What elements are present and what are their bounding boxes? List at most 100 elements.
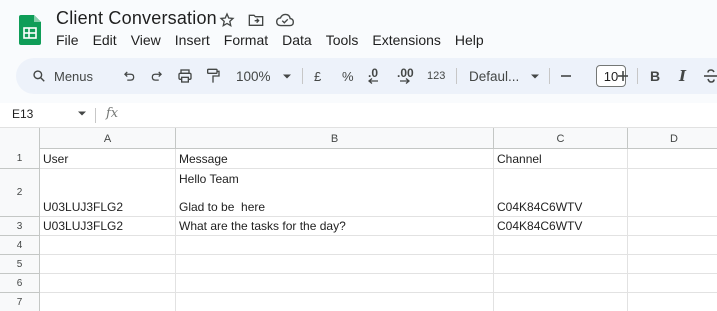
column-header-d[interactable]: D [628, 128, 717, 149]
chevron-down-icon [531, 74, 540, 78]
redo-icon[interactable] [150, 58, 164, 94]
cell-c3[interactable]: C04K84C6WTV [494, 217, 628, 236]
cell-c3-text: C04K84C6WTV [497, 219, 583, 233]
menu-tools[interactable]: Tools [326, 32, 359, 48]
formula-divider [95, 108, 96, 123]
menu-extensions[interactable]: Extensions [372, 32, 440, 48]
formula-bar: E13 fx [0, 103, 717, 128]
row-header-4[interactable]: 4 [0, 236, 40, 255]
search-icon [33, 70, 45, 82]
menu-help[interactable]: Help [455, 32, 484, 48]
cell-a5[interactable] [40, 255, 176, 274]
decrease-decimal-button[interactable]: .0 [368, 58, 378, 94]
increase-font-size-icon[interactable] [617, 58, 629, 94]
arrow-left-icon [368, 78, 378, 84]
cell-a3[interactable]: U03LUJ3FLG2 [40, 217, 176, 236]
font-family-select[interactable]: Defaul... [469, 58, 540, 94]
name-box[interactable]: E13 [12, 107, 33, 121]
paint-format-icon[interactable] [206, 58, 220, 94]
row-header-3[interactable]: 3 [0, 217, 40, 236]
cloud-saved-icon[interactable] [275, 10, 295, 30]
percent-format-label: % [342, 68, 354, 84]
cell-c2-text: C04K84C6WTV [497, 200, 583, 214]
spreadsheet-grid: A B C D 1 2 3 4 5 6 7 User Message Chann… [0, 128, 717, 311]
search-menus-button[interactable]: Menus [32, 58, 93, 94]
cell-b2-line2: Glad to be here [179, 200, 266, 214]
increase-decimal-button[interactable]: .00 [397, 58, 414, 94]
column-header-c[interactable]: C [494, 128, 628, 149]
row-header-6[interactable]: 6 [0, 274, 40, 293]
row-header-2[interactable]: 2 [0, 169, 40, 217]
fx-icon: fx [106, 106, 119, 121]
menu-data[interactable]: Data [282, 32, 312, 48]
row-header-1[interactable]: 1 [0, 149, 40, 169]
title-bar: Client Conversation File Edit View Inser… [0, 0, 717, 56]
column-header-b[interactable]: B [176, 128, 494, 149]
cell-d4[interactable] [628, 236, 717, 255]
cell-a2-text: U03LUJ3FLG2 [43, 200, 124, 214]
menu-format[interactable]: Format [224, 32, 268, 48]
cell-d1[interactable] [628, 149, 717, 169]
cell-b6[interactable] [176, 274, 494, 293]
undo-icon[interactable] [122, 58, 136, 94]
cell-c2[interactable]: C04K84C6WTV [494, 169, 628, 217]
document-title[interactable]: Client Conversation [56, 8, 217, 29]
zoom-select[interactable]: 100% [236, 58, 291, 94]
sheets-logo-icon[interactable] [19, 15, 41, 45]
cell-a7[interactable] [40, 293, 176, 311]
cell-d7[interactable] [628, 293, 717, 311]
print-icon[interactable] [177, 58, 193, 94]
cell-b7[interactable] [176, 293, 494, 311]
cell-b3-text: What are the tasks for the day? [179, 219, 346, 233]
italic-label: I [679, 67, 687, 85]
cell-b1-text: Message [179, 152, 228, 166]
cell-b5[interactable] [176, 255, 494, 274]
row-header-7[interactable]: 7 [0, 293, 40, 311]
bold-button[interactable]: B [650, 58, 660, 94]
menu-insert[interactable]: Insert [175, 32, 210, 48]
menu-view[interactable]: View [131, 32, 161, 48]
cell-c5[interactable] [494, 255, 628, 274]
cell-a3-text: U03LUJ3FLG2 [43, 219, 124, 233]
cell-a1-text: User [43, 152, 69, 166]
cell-d5[interactable] [628, 255, 717, 274]
cell-a1[interactable]: User [40, 149, 176, 169]
cell-d2[interactable] [628, 169, 717, 217]
cell-a4[interactable] [40, 236, 176, 255]
row-header-5[interactable]: 5 [0, 255, 40, 274]
column-header-a[interactable]: A [40, 128, 176, 149]
cell-a6[interactable] [40, 274, 176, 293]
number-format-label: 123 [427, 70, 446, 82]
cell-b4[interactable] [176, 236, 494, 255]
cell-a2[interactable]: U03LUJ3FLG2 [40, 169, 176, 217]
menu-file[interactable]: File [56, 32, 79, 48]
move-to-folder-icon[interactable] [246, 10, 266, 30]
percent-format-button[interactable]: % [342, 58, 354, 94]
menu-edit[interactable]: Edit [93, 32, 117, 48]
italic-button[interactable]: I [679, 58, 686, 94]
decrease-font-size-icon[interactable] [560, 58, 572, 94]
cell-b2[interactable]: Hello Team Glad to be here [176, 169, 494, 217]
chevron-down-icon[interactable] [78, 111, 86, 116]
font-family-value: Defaul... [469, 68, 520, 84]
currency-format-button[interactable]: £ [314, 58, 321, 94]
currency-format-label: £ [314, 68, 322, 84]
cell-b1[interactable]: Message [176, 149, 494, 169]
star-icon[interactable] [217, 10, 237, 30]
cell-c1[interactable]: Channel [494, 149, 628, 169]
cell-d6[interactable] [628, 274, 717, 293]
strikethrough-icon[interactable] [704, 58, 717, 94]
toolbar-divider [549, 68, 550, 84]
toolbar-divider [637, 68, 638, 84]
decrease-decimal-label: .0 [368, 66, 379, 80]
select-all-corner[interactable] [0, 128, 40, 149]
cell-d3[interactable] [628, 217, 717, 236]
number-format-button[interactable]: 123 [427, 58, 445, 94]
cell-b3[interactable]: What are the tasks for the day? [176, 217, 494, 236]
toolbar: Menus 100% £ % .0 .00 123 Defaul... 10 B… [16, 58, 717, 94]
toolbar-divider [302, 68, 303, 84]
cell-c4[interactable] [494, 236, 628, 255]
cell-c6[interactable] [494, 274, 628, 293]
cell-c1-text: Channel [497, 152, 542, 166]
cell-c7[interactable] [494, 293, 628, 311]
